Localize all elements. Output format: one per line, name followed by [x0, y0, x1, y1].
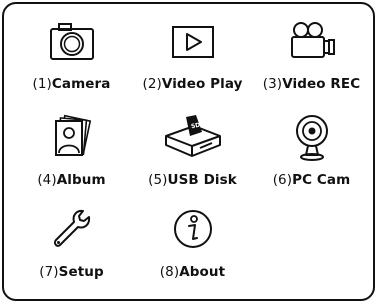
menu-item-text: Setup: [58, 264, 104, 280]
album-photos-icon: [10, 108, 133, 166]
menu-item-text: About: [179, 264, 226, 280]
menu-item-label: (5)USB Disk: [131, 172, 254, 188]
webcam-icon: [250, 108, 373, 166]
menu-item-label: (1)Camera: [10, 76, 133, 92]
menu-item-pc-cam[interactable]: (6)PC Cam: [250, 108, 373, 188]
menu-item-label: (3)Video REC: [250, 76, 373, 92]
menu-item-number: (3): [262, 76, 283, 92]
menu-item-setup[interactable]: (7)Setup: [10, 200, 133, 280]
menu-item-number: (7): [39, 264, 59, 280]
camera-icon: [10, 12, 133, 70]
menu-item-text: Album: [56, 172, 106, 188]
menu-item-video-rec[interactable]: (3)Video REC: [250, 12, 373, 92]
menu-item-camera[interactable]: (1)Camera: [10, 12, 133, 92]
usb-disk-sd-icon: SD: [131, 108, 254, 166]
menu-item-number: (1): [32, 76, 52, 92]
menu-item-number: (5): [148, 172, 168, 188]
menu-item-text: Camera: [51, 76, 111, 92]
video-play-icon: [131, 12, 254, 70]
info-icon: [131, 200, 254, 258]
menu-panel: (1)Camera (2)Video Play (3)Video REC (4)…: [2, 2, 375, 301]
menu-item-usb-disk[interactable]: SD (5)USB Disk: [131, 108, 254, 188]
menu-item-text: Video REC: [282, 76, 361, 92]
menu-item-label: (8)About: [131, 264, 254, 280]
menu-item-number: (2): [142, 76, 162, 92]
menu-item-album[interactable]: (4)Album: [10, 108, 133, 188]
menu-item-number: (8): [159, 264, 180, 280]
menu-item-text: PC Cam: [292, 172, 351, 188]
menu-item-number: (6): [272, 172, 293, 188]
video-camera-icon: [250, 12, 373, 70]
menu-item-about[interactable]: (8)About: [131, 200, 254, 280]
menu-item-video-play[interactable]: (2)Video Play: [131, 12, 254, 92]
menu-item-label: (7)Setup: [10, 264, 133, 280]
menu-item-label: (4)Album: [10, 172, 133, 188]
menu-item-label: (2)Video Play: [131, 76, 254, 92]
menu-item-text: USB Disk: [167, 172, 237, 188]
menu-item-text: Video Play: [161, 76, 243, 92]
menu-item-label: (6)PC Cam: [250, 172, 373, 188]
wrench-icon: [10, 200, 133, 258]
menu-item-number: (4): [37, 172, 57, 188]
